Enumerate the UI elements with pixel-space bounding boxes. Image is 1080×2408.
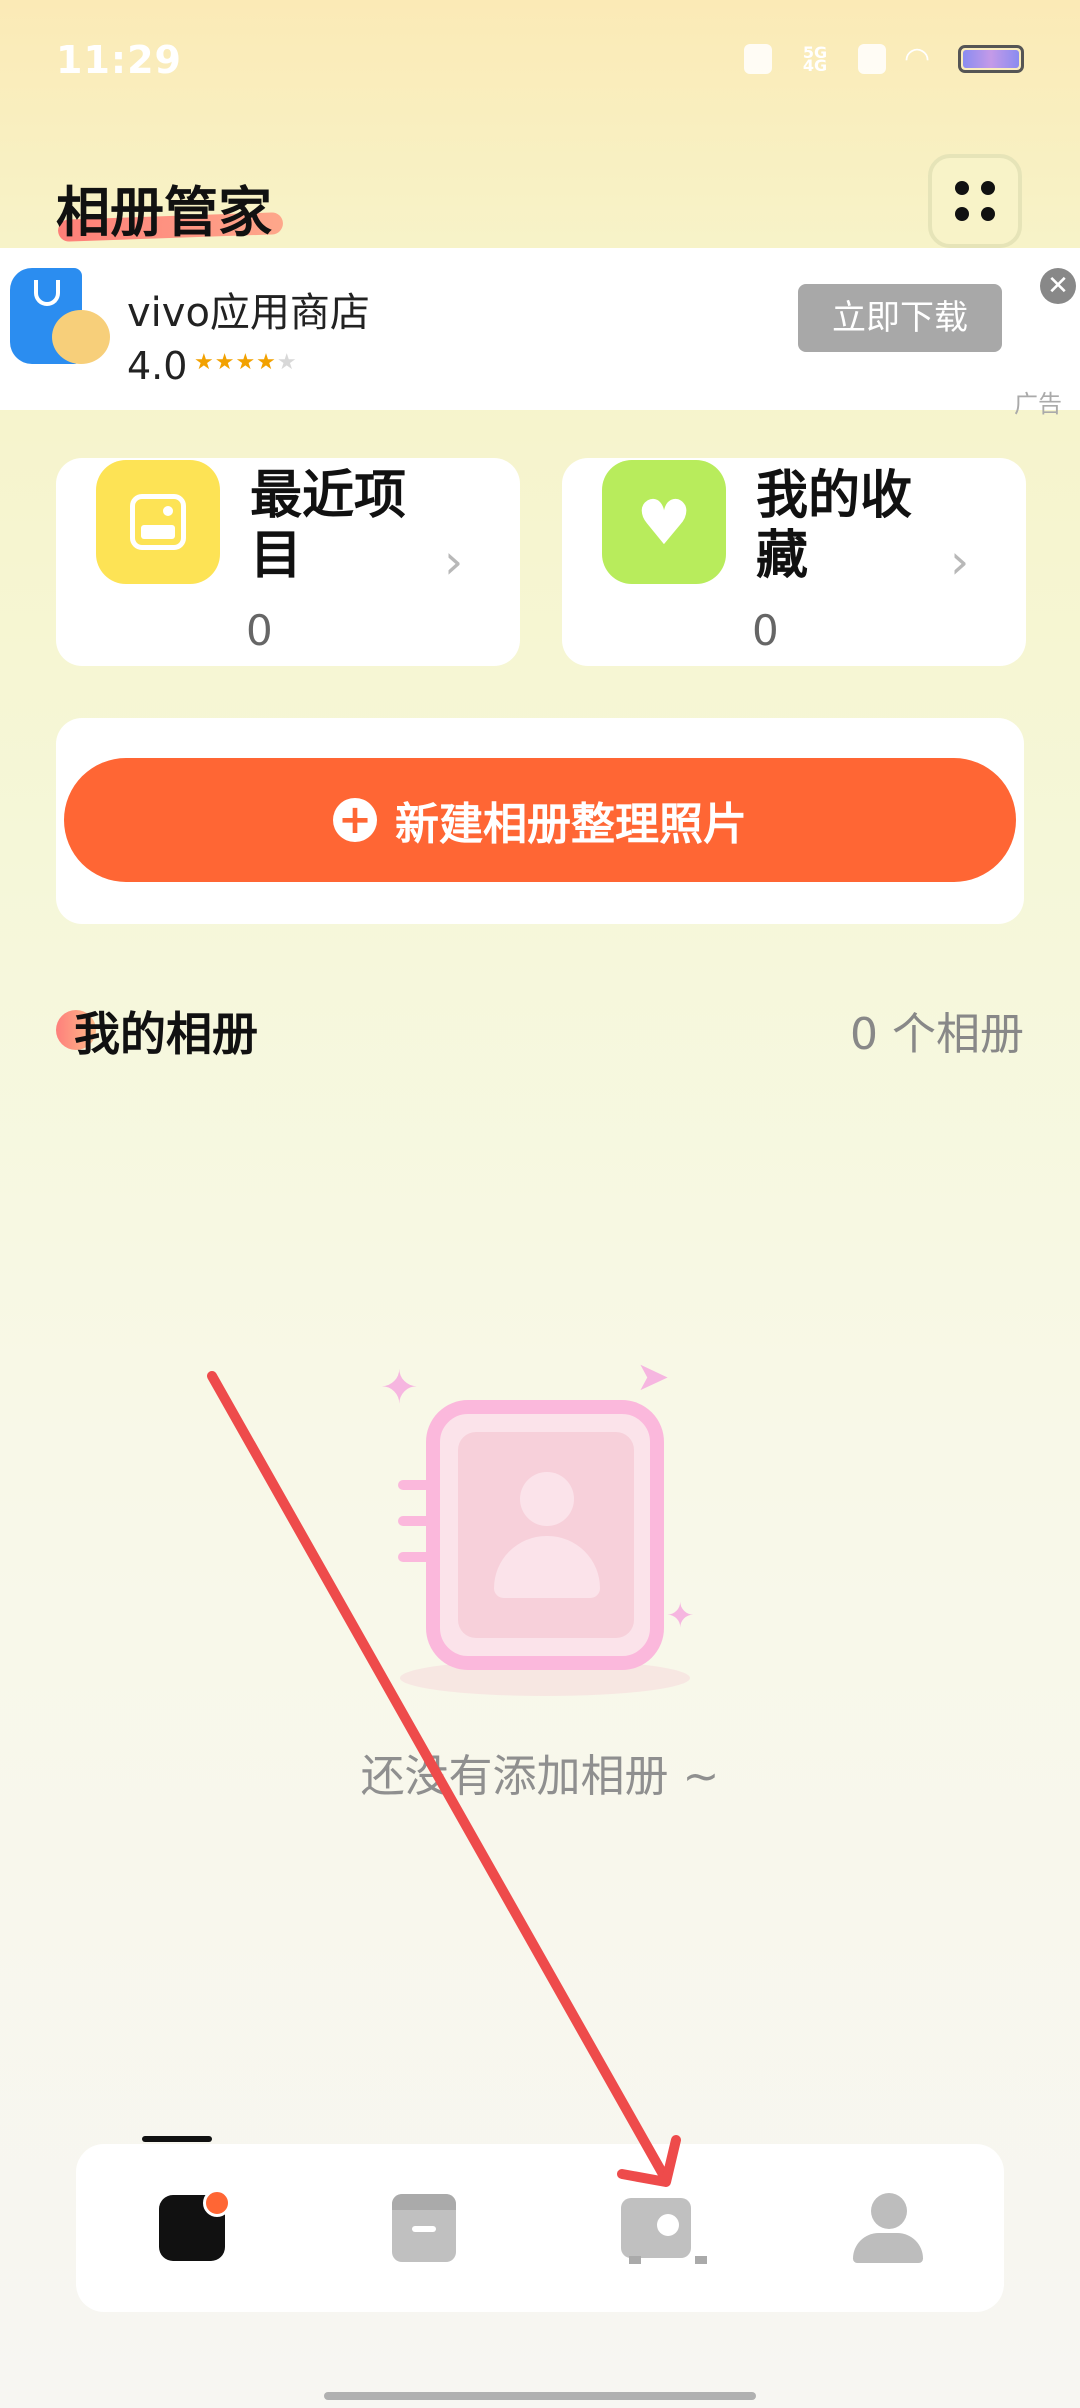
ad-download-button[interactable]: 立即下载 bbox=[798, 284, 1002, 352]
status-time: 11:29 bbox=[56, 38, 182, 82]
chevron-right-icon: › bbox=[444, 534, 464, 590]
chevron-right-icon: › bbox=[950, 534, 970, 590]
heart-icon: ♥ bbox=[602, 460, 726, 584]
album-count: 0 个相册 bbox=[850, 1009, 1024, 1060]
network-type: 5G 4G bbox=[802, 43, 828, 75]
wifi-icon: ◠ bbox=[904, 41, 931, 76]
ad-label: 广告 bbox=[1014, 390, 1062, 418]
sparkle-icon: ✦ bbox=[380, 1360, 419, 1414]
profile-icon bbox=[853, 2193, 923, 2263]
sim-icon bbox=[858, 44, 886, 74]
empty-album-illustration-icon: ✦ ➤ ✦ bbox=[380, 1354, 710, 1700]
nav-safe[interactable] bbox=[586, 2173, 726, 2283]
ad-close-icon[interactable]: ✕ bbox=[1040, 268, 1076, 304]
paper-plane-icon: ➤ bbox=[636, 1354, 670, 1400]
favorites-card[interactable]: ♥ 我的收藏 0 › bbox=[562, 458, 1026, 666]
ad-banner[interactable]: vivo应用商店 4.0 ★★★★★ 立即下载 ✕ 广告 bbox=[0, 248, 1080, 418]
recent-items-count: 0 bbox=[246, 606, 273, 655]
recent-items-card[interactable]: 最近项目 0 › bbox=[56, 458, 520, 666]
ad-app-name: vivo应用商店 bbox=[127, 290, 370, 336]
home-icon bbox=[159, 2189, 231, 2261]
grid-dots-icon bbox=[955, 181, 995, 221]
favorites-count: 0 bbox=[752, 606, 779, 655]
status-bar: 11:29 5G 4G ◠ bbox=[0, 0, 1080, 120]
favorites-label: 我的收藏 bbox=[756, 466, 913, 586]
bottom-nav bbox=[76, 2136, 1004, 2312]
create-album-card: + 新建相册整理照片 bbox=[56, 718, 1024, 924]
status-icons: 5G 4G ◠ bbox=[744, 44, 1024, 74]
page-title: 相册管家 bbox=[56, 181, 272, 244]
nav-box[interactable] bbox=[354, 2173, 494, 2283]
active-tab-indicator bbox=[142, 2136, 212, 2142]
header: 相册管家 bbox=[0, 140, 1080, 250]
battery-icon bbox=[958, 45, 1024, 73]
sparkle-icon: ✦ bbox=[666, 1596, 695, 1636]
home-indicator bbox=[324, 2392, 756, 2400]
create-album-label: 新建相册整理照片 bbox=[395, 799, 747, 850]
menu-button[interactable] bbox=[928, 154, 1022, 248]
rating-stars-icon: ★★★★★ bbox=[194, 350, 298, 375]
my-albums-title: 我的相册 bbox=[74, 1007, 258, 1061]
recent-items-label: 最近项目 bbox=[250, 466, 407, 586]
bluetooth-icon bbox=[744, 44, 772, 74]
ad-rating: 4.0 bbox=[127, 344, 188, 388]
album-book-icon bbox=[426, 1400, 664, 1670]
my-albums-header: 我的相册 0 个相册 bbox=[56, 990, 1024, 1061]
safe-icon bbox=[621, 2198, 707, 2264]
box-icon bbox=[392, 2194, 456, 2262]
image-icon bbox=[96, 460, 220, 584]
plus-icon: + bbox=[333, 798, 377, 842]
create-album-button[interactable]: + 新建相册整理照片 bbox=[64, 758, 1016, 882]
nav-home[interactable] bbox=[122, 2173, 262, 2283]
app-store-logo-icon bbox=[10, 268, 110, 368]
empty-state-text: 还没有添加相册 ~ bbox=[360, 1751, 720, 1802]
nav-profile[interactable] bbox=[818, 2173, 958, 2283]
